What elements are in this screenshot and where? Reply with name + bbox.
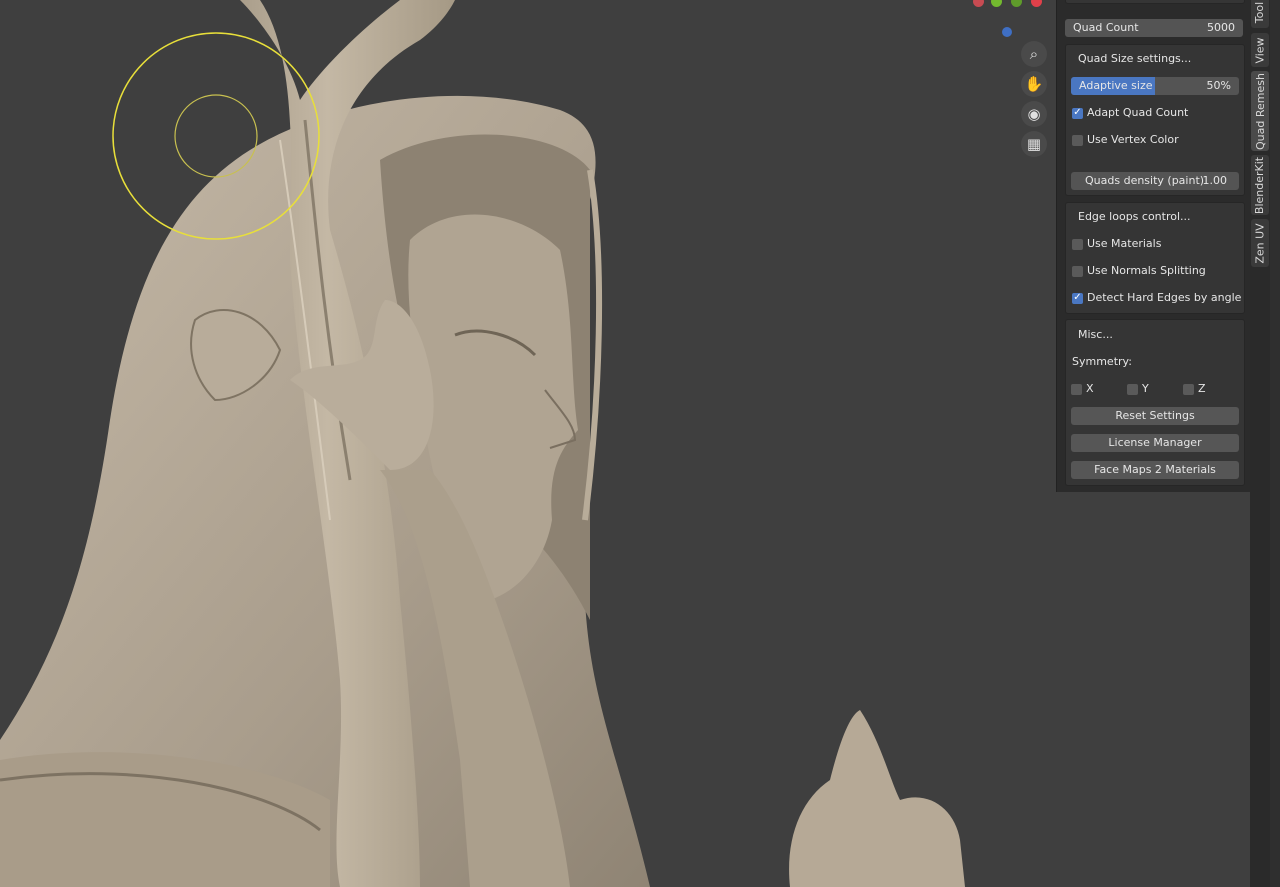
license-manager-button[interactable]: License Manager <box>1071 434 1239 452</box>
symmetry-x-checkbox[interactable] <box>1071 383 1082 395</box>
misc-header[interactable]: Misc... <box>1078 328 1113 341</box>
quads-density-label: Quads density (paint) <box>1085 174 1205 187</box>
tab-view-label: View <box>1253 36 1267 64</box>
tab-zen-uv-label: Zen UV <box>1253 222 1267 264</box>
sculpt-model <box>0 0 965 887</box>
adaptive-size-slider[interactable]: Adaptive size 50% <box>1071 77 1239 95</box>
symmetry-z-checkbox[interactable] <box>1183 383 1194 395</box>
adapt-quad-count-label: Adapt Quad Count <box>1087 106 1189 119</box>
quad-size-header[interactable]: Quad Size settings... <box>1078 52 1191 65</box>
tab-blenderkit-label: BlenderKit <box>1253 156 1267 214</box>
use-materials-row[interactable]: Use Materials <box>1072 236 1161 252</box>
detect-hard-edges-row[interactable]: ✓ Detect Hard Edges by angle <box>1072 290 1241 306</box>
quad-count-value: 5000 <box>1207 21 1235 34</box>
symmetry-x-label: X <box>1086 382 1094 395</box>
edge-loops-panel: Edge loops control... Use Materials Use … <box>1065 202 1245 314</box>
use-vertex-color-row[interactable]: Use Vertex Color <box>1072 132 1179 148</box>
symmetry-y-label: Y <box>1142 382 1149 395</box>
tab-quad-remesh-label: Quad Remesh <box>1253 72 1267 150</box>
tab-zen-uv[interactable]: Zen UV <box>1251 219 1269 267</box>
tab-view[interactable]: View <box>1251 33 1269 67</box>
quad-size-panel: Quad Size settings... Adaptive size 50% … <box>1065 44 1245 196</box>
tab-tool[interactable]: Tool <box>1251 0 1269 28</box>
use-vertex-color-label: Use Vertex Color <box>1087 133 1179 146</box>
adaptive-size-label: Adaptive size <box>1079 79 1153 92</box>
use-normals-row[interactable]: Use Normals Splitting <box>1072 263 1206 279</box>
adaptive-size-value: 50% <box>1206 79 1231 92</box>
use-vertex-color-checkbox[interactable] <box>1072 134 1083 146</box>
use-materials-label: Use Materials <box>1087 237 1162 250</box>
use-normals-checkbox[interactable] <box>1072 265 1083 277</box>
quads-density-value: 1.00 <box>1202 174 1228 187</box>
tab-blenderkit[interactable]: BlenderKit <box>1251 155 1269 215</box>
sidebar-tabs: Tool View Quad Remesh BlenderKit Zen UV <box>1250 0 1270 887</box>
detect-hard-edges-checkbox[interactable]: ✓ <box>1072 292 1083 304</box>
symmetry-z-label: Z <box>1198 382 1206 395</box>
n-panel-sidebar: Quad Count 5000 Quad Size settings... Ad… <box>1056 0 1251 492</box>
tab-quad-remesh[interactable]: Quad Remesh <box>1251 71 1269 151</box>
face-maps-2-materials-button[interactable]: Face Maps 2 Materials <box>1071 461 1239 479</box>
brush-strength-circle <box>174 94 258 178</box>
reset-settings-button[interactable]: Reset Settings <box>1071 407 1239 425</box>
symmetry-x-row[interactable]: X <box>1071 381 1094 397</box>
adapt-quad-count-checkbox[interactable]: ✓ <box>1072 107 1083 119</box>
detect-hard-edges-label: Detect Hard Edges by angle <box>1087 291 1242 304</box>
symmetry-label: Symmetry: <box>1072 355 1132 368</box>
quad-count-label: Quad Count <box>1073 21 1139 34</box>
adapt-quad-count-row[interactable]: ✓ Adapt Quad Count <box>1072 105 1188 121</box>
edge-loops-header[interactable]: Edge loops control... <box>1078 210 1191 223</box>
panel-top-cut <box>1065 0 1245 4</box>
quad-count-field[interactable]: Quad Count 5000 <box>1065 19 1243 37</box>
perspective-grid-icon[interactable]: ▦ <box>1021 131 1047 157</box>
tab-tool-label: Tool <box>1253 1 1267 23</box>
gizmo-z-axis[interactable] <box>1002 27 1012 37</box>
misc-panel: Misc... Symmetry: X Y Z Reset Settings L… <box>1065 319 1245 486</box>
pan-hand-icon[interactable]: ✋ <box>1021 71 1047 97</box>
symmetry-y-checkbox[interactable] <box>1127 383 1138 395</box>
quads-density-field[interactable]: Quads density (paint) 1.00 <box>1071 172 1239 190</box>
use-normals-label: Use Normals Splitting <box>1087 264 1206 277</box>
symmetry-y-row[interactable]: Y <box>1127 381 1149 397</box>
zoom-icon[interactable]: ⌕ <box>1021 41 1047 67</box>
symmetry-z-row[interactable]: Z <box>1183 381 1206 397</box>
properties-editor-edge <box>1270 0 1280 887</box>
use-materials-checkbox[interactable] <box>1072 238 1083 250</box>
camera-icon[interactable]: ◉ <box>1021 101 1047 127</box>
